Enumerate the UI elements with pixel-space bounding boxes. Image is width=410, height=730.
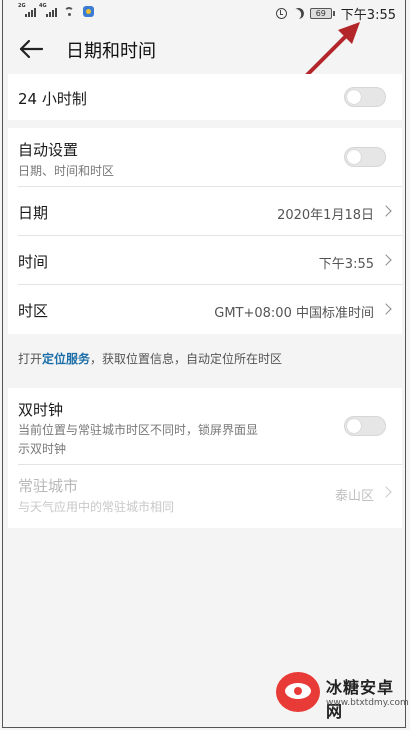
chevron-right-icon xyxy=(380,486,392,498)
page-title: 日期和时间 xyxy=(66,41,156,62)
signal-icon: 2G xyxy=(18,3,36,17)
row-home-city-value: 泰山区 xyxy=(334,489,374,504)
row-dual-clock-sub-2: 示双时钟 xyxy=(18,442,67,456)
row-auto-set-label: 自动设置 xyxy=(18,141,79,159)
app-header: 日期和时间 xyxy=(0,26,410,72)
row-timezone[interactable]: 时区 GMT+08:00 中国标准时间 xyxy=(8,285,402,334)
watermark: 冰糖安卓网 www.btxtdmy.com xyxy=(270,668,410,724)
signal-icon-2: 4G xyxy=(39,3,57,17)
row-home-city-sub: 与天气应用中的常驻城市相同 xyxy=(18,500,175,514)
location-hint: 打开定位服务，获取位置信息，自动定位所在时区 xyxy=(18,350,282,367)
row-24-hour[interactable]: 24 小时制 xyxy=(8,74,402,120)
row-dual-clock[interactable]: 双时钟 当前位置与常驻城市时区不同时，锁屏界面显 示双时钟 xyxy=(8,388,402,464)
network-type-1: 2G xyxy=(18,3,26,9)
location-service-link[interactable]: 定位服务 xyxy=(42,352,90,366)
dual-clock-card: 双时钟 当前位置与常驻城市时区不同时，锁屏界面显 示双时钟 常驻城市 与天气应用… xyxy=(8,388,402,528)
row-timezone-value: GMT+08:00 中国标准时间 xyxy=(214,306,374,321)
hint-prefix: 打开 xyxy=(18,352,43,366)
alarm-icon xyxy=(275,8,287,19)
toggle-24-hour[interactable] xyxy=(344,87,386,107)
row-24-hour-label: 24 小时制 xyxy=(18,90,87,108)
format-card: 24 小时制 xyxy=(8,74,402,120)
watermark-url: www.btxtdmy.com xyxy=(326,698,409,708)
toggle-dual-clock[interactable] xyxy=(344,416,386,436)
row-home-city: 常驻城市 与天气应用中的常驻城市相同 泰山区 xyxy=(8,465,402,521)
chevron-right-icon xyxy=(380,303,392,315)
row-date-value: 2020年1月18日 xyxy=(277,208,374,223)
watermark-logo-icon xyxy=(276,672,320,712)
row-dual-clock-sub-1: 当前位置与常驻城市时区不同时，锁屏界面显 xyxy=(18,423,259,437)
status-left: 2G 4G xyxy=(18,3,94,17)
wifi-icon xyxy=(64,7,76,17)
row-date-label: 日期 xyxy=(18,204,49,222)
row-auto-set-sub: 日期、时间和时区 xyxy=(18,164,115,178)
row-auto-set[interactable]: 自动设置 日期、时间和时区 xyxy=(8,128,402,186)
row-home-city-label: 常驻城市 xyxy=(18,477,79,495)
datetime-card: 自动设置 日期、时间和时区 日期 2020年1月18日 时间 下午3:55 时区… xyxy=(8,128,402,334)
arrow-left-icon[interactable] xyxy=(18,38,44,60)
hint-suffix: ，获取位置信息，自动定位所在时区 xyxy=(90,352,283,366)
app-notification-icon xyxy=(83,6,94,17)
chevron-right-icon xyxy=(380,254,392,266)
row-time[interactable]: 时间 下午3:55 xyxy=(8,236,402,284)
row-date[interactable]: 日期 2020年1月18日 xyxy=(8,187,402,235)
row-time-label: 时间 xyxy=(18,253,49,271)
row-timezone-label: 时区 xyxy=(18,302,49,320)
row-time-value: 下午3:55 xyxy=(318,257,374,272)
toggle-auto-set[interactable] xyxy=(344,147,386,167)
chevron-right-icon xyxy=(380,205,392,217)
network-type-2: 4G xyxy=(39,3,47,9)
row-dual-clock-label: 双时钟 xyxy=(18,401,64,419)
